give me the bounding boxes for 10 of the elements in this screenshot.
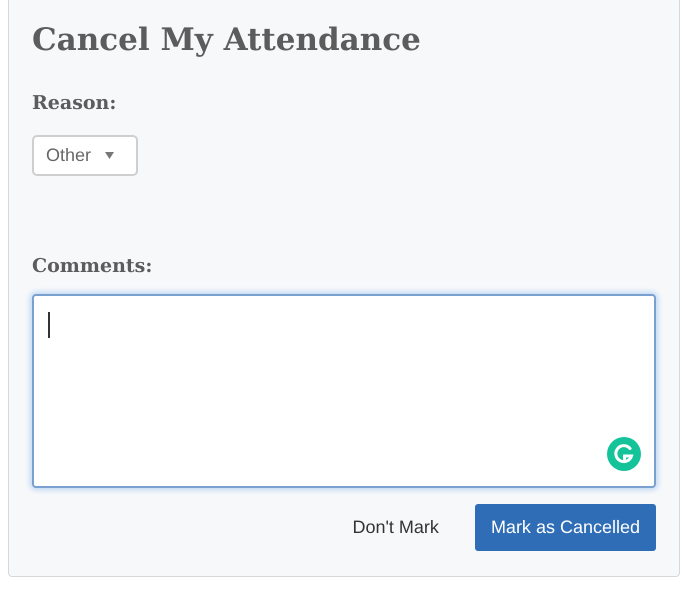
mark-cancelled-button[interactable]: Mark as Cancelled	[474, 504, 656, 551]
comments-label: Comments:	[32, 254, 154, 278]
reason-dropdown[interactable]: Other	[32, 135, 138, 176]
card-title: Cancel My Attendance	[32, 21, 422, 60]
text-cursor	[48, 312, 50, 338]
caret-icon	[105, 152, 114, 159]
comments-field[interactable]	[32, 294, 656, 488]
dont-mark-button[interactable]: Don't Mark	[352, 517, 439, 538]
reason-label: Reason:	[32, 91, 118, 115]
grammar-check-icon[interactable]	[607, 437, 641, 471]
